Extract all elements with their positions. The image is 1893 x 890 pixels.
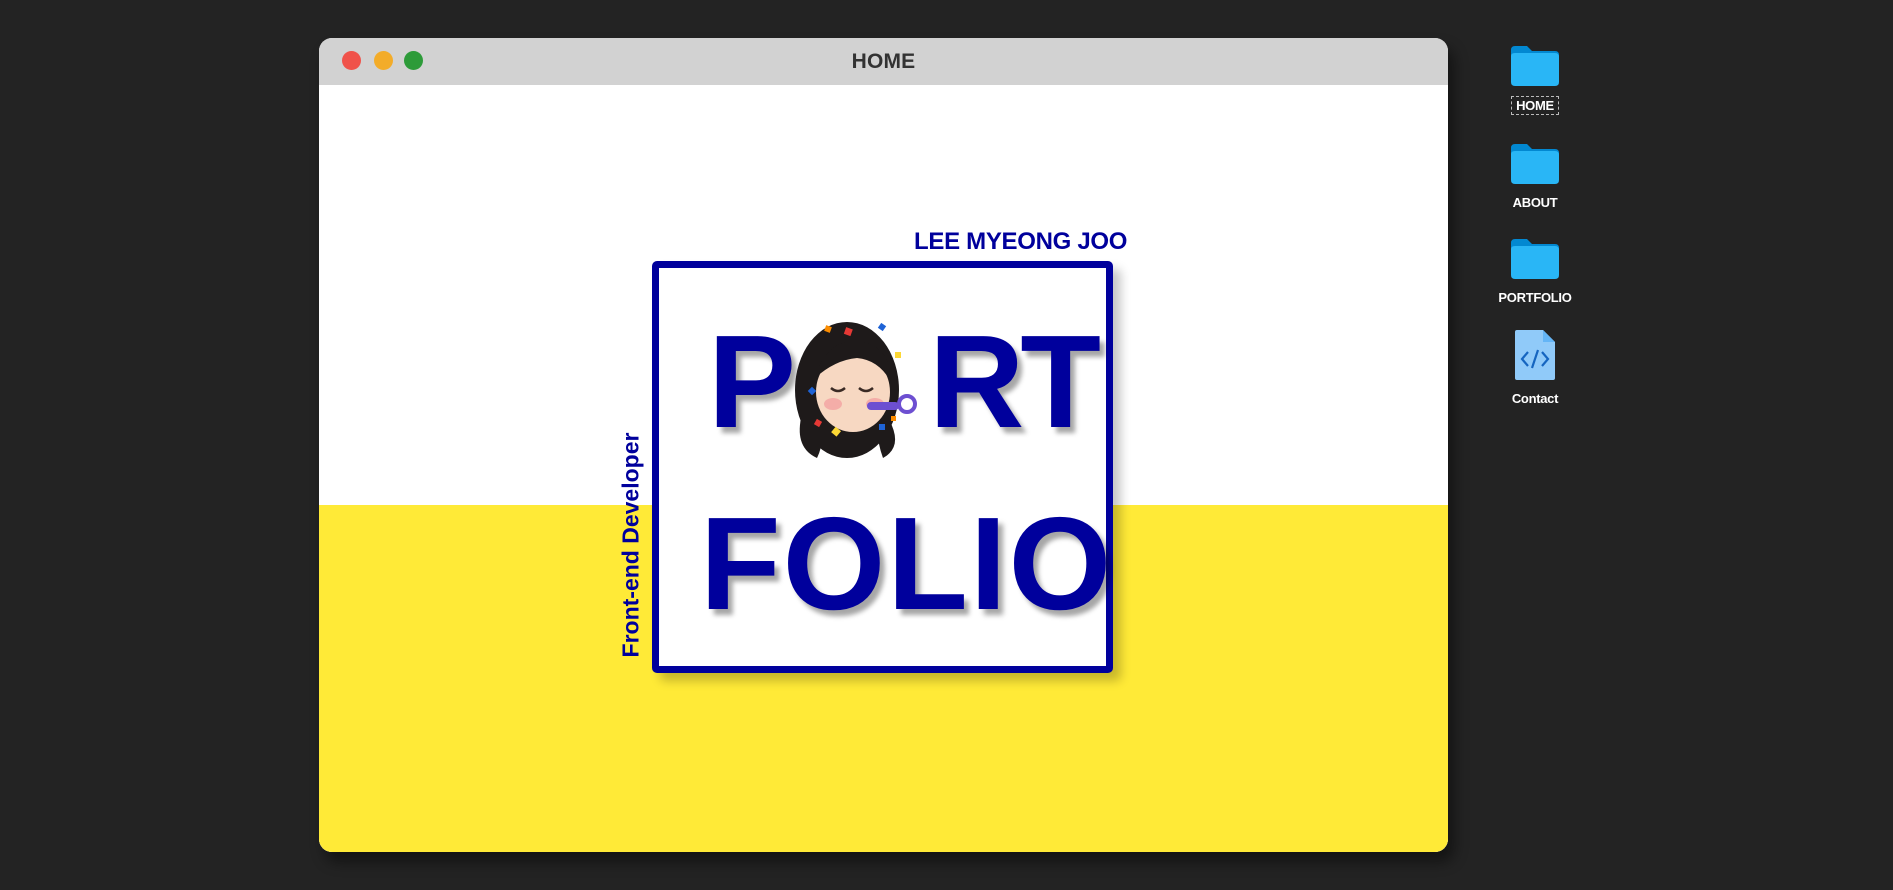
- title-word-folio: FOLIO: [700, 490, 1114, 637]
- folder-icon: [1511, 144, 1559, 184]
- desktop-icon-about[interactable]: ABOUT: [1490, 142, 1580, 211]
- author-name: LEE MYEONG JOO: [914, 228, 1128, 255]
- desktop-icon-label: HOME: [1511, 96, 1559, 115]
- portfolio-card: P RT FOLIO: [652, 261, 1113, 673]
- code-file-icon: [1515, 330, 1555, 380]
- home-window: HOME LEE MYEONG JOO Front-end Developer …: [319, 38, 1448, 852]
- desktop-icon-portfolio[interactable]: PORTFOLIO: [1490, 237, 1580, 306]
- role-label: Front-end Developer: [617, 432, 644, 658]
- desktop-icon-label: PORTFOLIO: [1498, 290, 1572, 305]
- window-title: HOME: [851, 50, 916, 73]
- memoji-party-avatar-icon: [795, 322, 917, 458]
- title-letters-rt: RT: [929, 308, 1101, 455]
- folder-icon: [1511, 239, 1559, 279]
- desktop-icon-home[interactable]: HOME: [1490, 44, 1580, 115]
- window-titlebar[interactable]: HOME: [319, 38, 1448, 85]
- desktop: HOME LEE MYEONG JOO Front-end Developer …: [0, 0, 1893, 890]
- desktop-icon-contact[interactable]: Contact: [1490, 328, 1580, 407]
- desktop-icon-label: ABOUT: [1512, 195, 1558, 210]
- desktop-icon-label: Contact: [1511, 391, 1559, 406]
- title-letter-p: P: [708, 308, 797, 455]
- folder-icon: [1511, 46, 1559, 86]
